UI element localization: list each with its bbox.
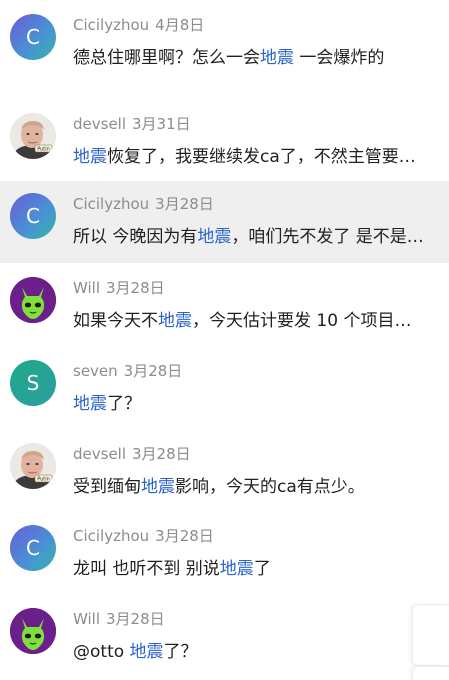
avatar[interactable]: C	[10, 14, 56, 60]
avatar-letter: S	[26, 371, 40, 395]
text-segment: 影响，今天的ca有点少。	[175, 477, 365, 497]
person-photo-icon: Putin	[10, 443, 56, 489]
message-text: 所以 今晚因为有地震，咱们先不发了 是不是…	[73, 222, 443, 248]
sender-name: Will	[73, 279, 101, 297]
message-text: 地震了？	[73, 389, 443, 415]
text-segment: ，咱们先不发了 是不是…	[231, 227, 424, 247]
message-date: 3月28日	[106, 279, 165, 297]
text-segment: 如果今天不	[73, 311, 158, 331]
message-meta: Cicilyzhou 3月28日	[73, 193, 214, 213]
avatar[interactable]: C	[10, 525, 56, 571]
avatar[interactable]: C	[10, 193, 56, 239]
text-segment: 龙叫 也听不到 别说	[73, 559, 220, 579]
message-meta: Cicilyzhou 4月8日	[73, 14, 204, 34]
text-segment: 受到缅甸	[73, 477, 141, 497]
message-date: 3月28日	[106, 610, 165, 628]
message-list: C Cicilyzhou 4月8日 德总住哪里啊？怎么一会地震 一会爆炸的 Pu…	[0, 0, 449, 680]
message-text: 龙叫 也听不到 别说地震了	[73, 554, 443, 580]
text-segment: @otto	[73, 642, 130, 662]
message-item[interactable]: Will 3月28日 @otto 地震了？	[0, 596, 449, 678]
keyword-highlight: 地震	[197, 227, 232, 247]
avatar[interactable]: Putin	[10, 443, 56, 489]
message-meta: Cicilyzhou 3月28日	[73, 525, 214, 545]
text-segment: 恢复了，我要继续发ca了，不然主管要…	[107, 147, 416, 167]
text-segment: 德总住哪里啊？怎么一会	[73, 48, 260, 68]
sender-name: devsell	[73, 115, 127, 133]
message-meta: Will 3月28日	[73, 608, 165, 628]
message-item[interactable]: C Cicilyzhou 3月28日 龙叫 也听不到 别说地震了	[0, 513, 449, 595]
svg-text:Putin: Putin	[37, 147, 50, 153]
floating-side-button[interactable]	[412, 604, 449, 666]
message-item[interactable]: Putin devsell 3月28日 受到缅甸地震影响，今天的ca有点少。	[0, 431, 449, 513]
keyword-highlight: 地震	[129, 642, 164, 662]
alien-icon	[10, 277, 56, 323]
message-date: 4月8日	[155, 16, 205, 34]
avatar[interactable]: S	[10, 360, 56, 406]
message-meta: devsell 3月28日	[73, 443, 191, 463]
keyword-highlight: 地震	[73, 394, 107, 414]
keyword-highlight: 地震	[219, 559, 254, 579]
keyword-highlight: 地震	[73, 147, 107, 167]
message-meta: seven 3月28日	[73, 360, 182, 380]
floating-side-button[interactable]	[412, 666, 449, 680]
message-text: @otto 地震了？	[73, 637, 443, 663]
message-item[interactable]: C Cicilyzhou 4月8日 德总住哪里啊？怎么一会地震 一会爆炸的	[0, 2, 449, 84]
message-meta: Will 3月28日	[73, 277, 165, 297]
message-text: 地震恢复了，我要继续发ca了，不然主管要…	[73, 142, 443, 168]
avatar-letter: C	[26, 204, 40, 228]
sender-name: Cicilyzhou	[73, 195, 150, 213]
text-segment: 了？	[107, 394, 141, 414]
message-item[interactable]: S seven 3月28日 地震了？	[0, 348, 449, 430]
avatar[interactable]: Putin	[10, 113, 56, 159]
message-item[interactable]: Will 3月28日 如果今天不地震，今天估计要发 10 个项目…	[0, 265, 449, 347]
text-segment: 一会爆炸的	[294, 48, 385, 68]
text-segment: ，今天估计要发 10 个项目…	[192, 311, 412, 331]
message-item[interactable]: C Cicilyzhou 3月28日 所以 今晚因为有地震，咱们先不发了 是不是…	[0, 181, 449, 263]
keyword-highlight: 地震	[158, 311, 192, 331]
sender-name: seven	[73, 362, 118, 380]
avatar[interactable]	[10, 608, 56, 654]
sender-name: Cicilyzhou	[73, 527, 150, 545]
message-meta: devsell 3月31日	[73, 113, 191, 133]
person-photo-icon: Putin	[10, 113, 56, 159]
message-text: 受到缅甸地震影响，今天的ca有点少。	[73, 472, 443, 498]
search-results-page: C Cicilyzhou 4月8日 德总住哪里啊？怎么一会地震 一会爆炸的 Pu…	[0, 0, 449, 680]
avatar[interactable]	[10, 277, 56, 323]
avatar-letter: C	[26, 536, 40, 560]
message-date: 3月28日	[155, 527, 214, 545]
sender-name: Cicilyzhou	[73, 16, 150, 34]
text-segment: 了？	[163, 642, 198, 662]
message-date: 3月31日	[132, 115, 191, 133]
message-date: 3月28日	[123, 362, 183, 380]
keyword-highlight: 地震	[141, 477, 175, 497]
svg-text:Putin: Putin	[37, 477, 50, 483]
sender-name: Will	[73, 610, 101, 628]
message-date: 3月28日	[132, 445, 191, 463]
keyword-highlight: 地震	[260, 48, 294, 68]
message-item[interactable]: Putin devsell 3月31日 地震恢复了，我要继续发ca了，不然主管要…	[0, 101, 449, 183]
message-text: 德总住哪里啊？怎么一会地震 一会爆炸的	[73, 43, 443, 69]
sender-name: devsell	[73, 445, 127, 463]
message-text: 如果今天不地震，今天估计要发 10 个项目…	[73, 306, 443, 332]
avatar-letter: C	[26, 25, 40, 49]
alien-icon	[10, 608, 56, 654]
text-segment: 所以 今晚因为有	[73, 227, 198, 247]
text-segment: 了	[253, 559, 271, 579]
message-date: 3月28日	[155, 195, 214, 213]
